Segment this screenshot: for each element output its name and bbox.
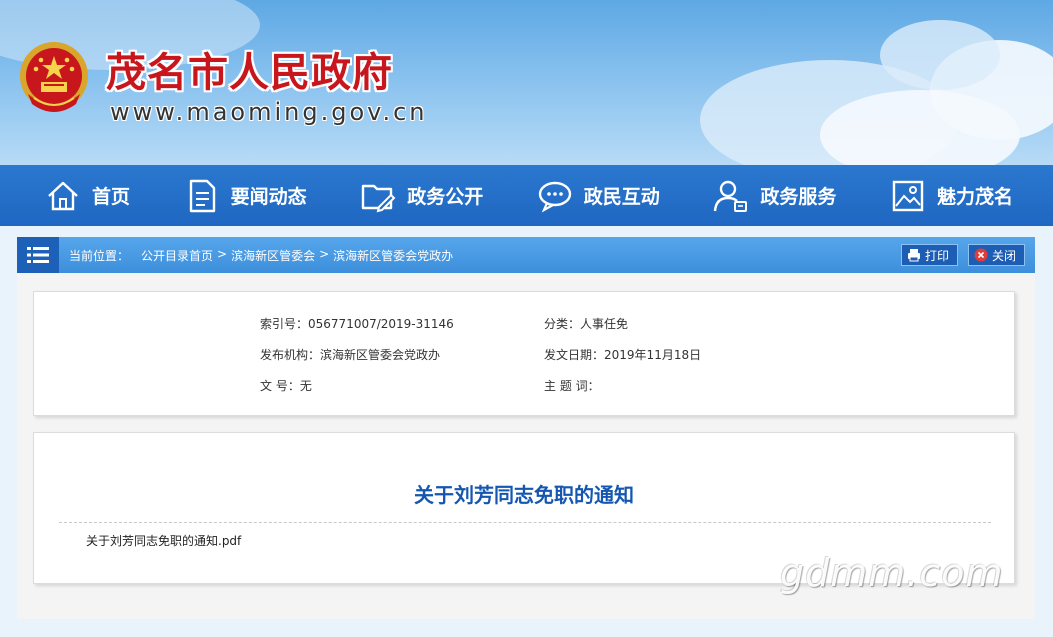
index-label: 索引号： [260, 317, 309, 331]
nav-item-label: 魅力茂名 [936, 186, 1013, 208]
category-value: 人事任免 [580, 317, 629, 331]
print-button[interactable]: 打印 [900, 244, 958, 266]
nav-item-news[interactable]: 要闻动态 [183, 177, 307, 215]
list-icon [17, 237, 59, 273]
nav-item-home[interactable]: 首页 [44, 177, 130, 215]
header-banner: 茂名市人民政府 www.maoming.gov.cn [0, 0, 1053, 165]
docno-label: 文 号： [260, 379, 300, 393]
date-label: 发文日期： [544, 348, 605, 362]
home-icon [48, 181, 78, 210]
nav-item-label: 政务公开 [407, 186, 484, 208]
national-emblem-icon [20, 42, 88, 112]
publisher-value: 滨海新区管委会党政办 [320, 348, 441, 362]
keywords: 主 题 词： [544, 377, 600, 394]
issue-date: 发文日期：2019年11月18日 [544, 346, 701, 363]
nav-item-services[interactable]: 政务服务 [712, 177, 836, 215]
document-title: 关于刘芳同志免职的通知 [414, 483, 634, 507]
nav-item-label: 首页 [92, 186, 131, 208]
printer-icon [907, 248, 921, 262]
nav-item-label: 要闻动态 [230, 186, 307, 208]
main-nav: 首页 要闻动态 政务公开 政民互动 政务服务 魅力茂名 [0, 165, 1053, 226]
nav-item-charm[interactable]: 魅力茂名 [889, 177, 1013, 215]
news-icon [189, 179, 215, 212]
cloud-decoration [880, 20, 1000, 90]
nav-item-label: 政务服务 [760, 186, 837, 208]
breadcrumb-label: 当前位置： [69, 248, 130, 263]
attachment-link[interactable]: 关于刘芳同志免职的通知.pdf [86, 532, 241, 549]
breadcrumb: 当前位置： 公开目录首页 > 滨海新区管委会 > 滨海新区管委会党政办 打印 关… [17, 237, 1035, 273]
category-label: 分类： [544, 317, 581, 331]
close-label: 关闭 [991, 248, 1016, 263]
category: 分类：人事任免 [544, 315, 628, 332]
breadcrumb-link-office[interactable]: 滨海新区管委会党政办 [333, 247, 453, 264]
nav-item-interaction[interactable]: 政民互动 [536, 177, 660, 215]
folder-edit-icon [361, 184, 396, 212]
publisher: 发布机构：滨海新区管委会党政办 [260, 346, 440, 363]
picture-icon [892, 180, 924, 211]
site-title: 茂名市人民政府 [106, 50, 393, 96]
divider [59, 522, 991, 523]
breadcrumb-link-committee[interactable]: 滨海新区管委会 [231, 247, 315, 264]
breadcrumb-separator: > [217, 246, 228, 261]
user-service-icon [714, 180, 748, 212]
date-value: 2019年11月18日 [604, 348, 702, 362]
index-value: 056771007/2019-31146 [308, 317, 454, 331]
index-number: 索引号：056771007/2019-31146 [260, 315, 454, 332]
document-meta-panel: 索引号：056771007/2019-31146 分类：人事任免 发布机构：滨海… [33, 291, 1015, 416]
document-number: 文 号：无 [260, 377, 312, 394]
publisher-label: 发布机构： [260, 348, 321, 362]
nav-item-gov-open[interactable]: 政务公开 [359, 177, 483, 215]
close-icon [974, 248, 988, 262]
close-button[interactable]: 关闭 [967, 244, 1025, 266]
watermark: gdmm.com [780, 551, 1004, 595]
print-label: 打印 [924, 248, 949, 263]
docno-value: 无 [299, 379, 312, 393]
page-actions: 打印 关闭 [900, 244, 1025, 266]
keywords-label: 主 题 词： [544, 379, 600, 393]
nav-item-label: 政民互动 [583, 186, 660, 208]
breadcrumb-link-catalog-home[interactable]: 公开目录首页 [141, 247, 213, 264]
breadcrumb-path: 公开目录首页 > 滨海新区管委会 > 滨海新区管委会党政办 [141, 247, 453, 264]
site-url: www.maoming.gov.cn [110, 98, 428, 126]
chat-icon [538, 181, 571, 213]
breadcrumb-separator: > [319, 246, 330, 261]
